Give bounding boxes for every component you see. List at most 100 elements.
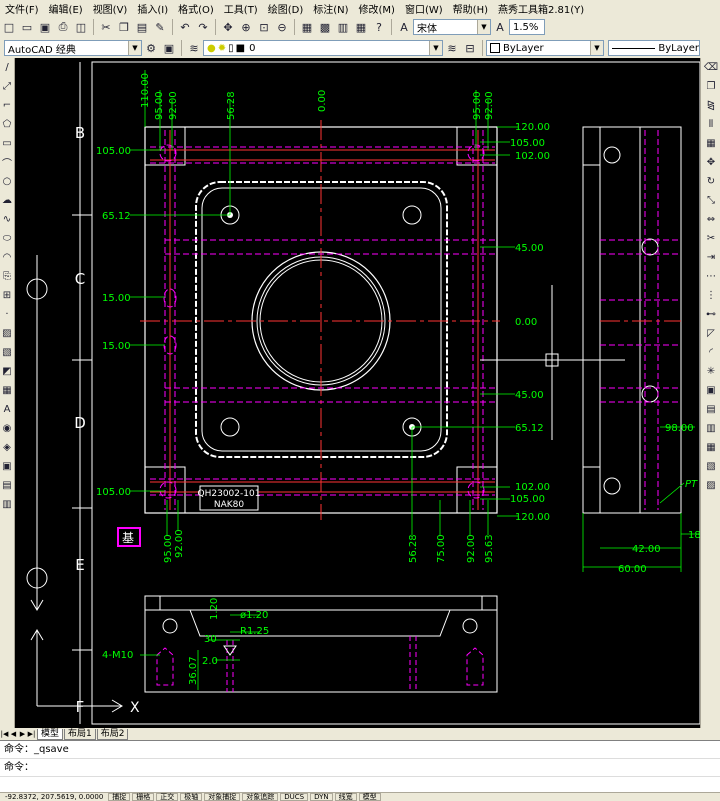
rectangle-icon[interactable]: ▭ [1,136,13,151]
trim-icon[interactable]: ✂ [703,231,719,246]
spline-icon[interactable]: ∿ [1,212,13,227]
match-properties-icon[interactable]: ✎ [152,19,168,35]
revision-cloud-icon[interactable]: ☁ [1,193,13,208]
tab-layout-2[interactable]: 布局2 [96,728,129,740]
make-block-icon[interactable]: ⊞ [1,288,13,303]
tab-layout-1[interactable]: 布局1 [64,728,96,740]
design-center-icon[interactable]: ▩ [317,19,333,35]
properties-icon[interactable]: ▦ [299,19,315,35]
yanxiu-modify-5-icon[interactable]: ▧ [703,459,719,474]
cut-icon[interactable]: ✂ [98,19,114,35]
drawing-canvas[interactable]: B C D E F X 110.00 95.00 92.00 56.28 0.0… [15,58,700,730]
make-object-layer-current-icon[interactable]: ≋ [444,40,460,56]
prev-tab-icon[interactable]: ◀ [9,729,18,739]
layer-manager-icon[interactable]: ≋ [186,40,202,56]
circle-icon[interactable]: ○ [1,174,13,189]
linetype-select[interactable]: ByLayer [608,40,700,56]
yanxiu-tool-1-icon[interactable]: ◉ [1,421,13,436]
undo-icon[interactable]: ↶ [177,19,193,35]
break-icon[interactable]: ⋮ [703,288,719,303]
command-line[interactable]: 命令： [0,759,720,777]
menu-modify[interactable]: 修改(M) [354,1,400,16]
font-select[interactable]: 宋体 ▼ [413,19,491,35]
help-icon[interactable]: ? [371,19,387,35]
yanxiu-tool-3-icon[interactable]: ▣ [1,459,13,474]
workspace-settings-icon[interactable]: ⚙ [143,40,159,56]
yanxiu-tool-5-icon[interactable]: ▥ [1,497,13,512]
fillet-icon[interactable]: ◜ [703,345,719,360]
menu-dimension[interactable]: 标注(N) [308,1,353,16]
zoom-window-icon[interactable]: ⊡ [256,19,272,35]
open-file-icon[interactable]: ▭ [19,19,35,35]
menu-file[interactable]: 文件(F) [0,1,44,16]
region-icon[interactable]: ◩ [1,364,13,379]
zoom-previous-icon[interactable]: ⊖ [274,19,290,35]
tool-palette-icon[interactable]: ▥ [335,19,351,35]
menu-draw[interactable]: 绘图(D) [263,1,309,16]
yanxiu-modify-6-icon[interactable]: ▨ [703,478,719,493]
paste-icon[interactable]: ▤ [134,19,150,35]
print-icon[interactable]: ⎙ [55,19,71,35]
redo-icon[interactable]: ↷ [195,19,211,35]
layer-select[interactable]: ● ✹ ▯ ■ 0 ▼ [203,40,443,56]
mirror-icon[interactable]: ⧎ [703,98,719,113]
yanxiu-modify-4-icon[interactable]: ▦ [703,440,719,455]
insert-block-icon[interactable]: ⎘ [1,269,13,284]
yanxiu-modify-1-icon[interactable]: ▣ [703,383,719,398]
text-style-icon[interactable]: A [396,19,412,35]
mtext-icon[interactable]: A [1,402,13,417]
save-icon[interactable]: ▣ [37,19,53,35]
stretch-icon[interactable]: ⇔ [703,212,719,227]
tab-model[interactable]: 模型 [37,728,64,740]
scale-icon[interactable]: ⤡ [703,193,719,208]
menu-help[interactable]: 帮助(H) [448,1,493,16]
layer-previous-icon[interactable]: ⊟ [462,40,478,56]
copy-icon[interactable]: ❐ [116,19,132,35]
preview-icon[interactable]: ◫ [73,19,89,35]
hatch-icon[interactable]: ▨ [1,326,13,341]
polygon-icon[interactable]: ⬠ [1,117,13,132]
yanxiu-tool-2-icon[interactable]: ◈ [1,440,13,455]
next-tab-icon[interactable]: ▶ [18,729,27,739]
pan-icon[interactable]: ✥ [220,19,236,35]
join-icon[interactable]: ⊷ [703,307,719,322]
line-icon[interactable]: / [1,60,13,75]
menu-edit[interactable]: 编辑(E) [44,1,88,16]
menu-format[interactable]: 格式(O) [173,1,219,16]
yanxiu-modify-3-icon[interactable]: ▥ [703,421,719,436]
offset-icon[interactable]: ⫴ [703,117,719,132]
ellipse-arc-icon[interactable]: ◠ [1,250,13,265]
calculator-icon[interactable]: ▦ [353,19,369,35]
extend-icon[interactable]: ⇥ [703,250,719,265]
yanxiu-tool-4-icon[interactable]: ▤ [1,478,13,493]
zoom-realtime-icon[interactable]: ⊕ [238,19,254,35]
point-icon[interactable]: · [1,307,13,322]
ellipse-icon[interactable]: ⬭ [1,231,13,246]
erase-icon[interactable]: ⌫ [703,60,719,75]
rotate-icon[interactable]: ↻ [703,174,719,189]
new-file-icon[interactable]: □ [1,19,17,35]
arc-icon[interactable]: ⌒ [1,155,13,170]
array-icon[interactable]: ▦ [703,136,719,151]
break-at-point-icon[interactable]: ⋯ [703,269,719,284]
workspace-select[interactable]: AutoCAD 经典 ▼ [4,40,142,56]
gradient-icon[interactable]: ▧ [1,345,13,360]
table-icon[interactable]: ▦ [1,383,13,398]
menu-tools[interactable]: 工具(T) [219,1,263,16]
explode-icon[interactable]: ✳ [703,364,719,379]
text-height-input[interactable]: 1.5% [509,19,545,35]
polyline-icon[interactable]: ⌐ [1,98,13,113]
menu-yanxiu-toolbox[interactable]: 燕秀工具箱2.81(Y) [493,1,589,16]
menu-view[interactable]: 视图(V) [88,1,133,16]
copy-object-icon[interactable]: ❐ [703,79,719,94]
last-tab-icon[interactable]: ▶| [27,729,36,739]
menu-insert[interactable]: 插入(I) [132,1,173,16]
chamfer-icon[interactable]: ◸ [703,326,719,341]
color-select[interactable]: ByLayer ▼ [486,40,604,56]
first-tab-icon[interactable]: |◀ [0,729,9,739]
menu-window[interactable]: 窗口(W) [400,1,448,16]
yanxiu-modify-2-icon[interactable]: ▤ [703,402,719,417]
construction-line-icon[interactable]: ⤢ [1,79,13,94]
workspace-save-icon[interactable]: ▣ [161,40,177,56]
move-icon[interactable]: ✥ [703,155,719,170]
